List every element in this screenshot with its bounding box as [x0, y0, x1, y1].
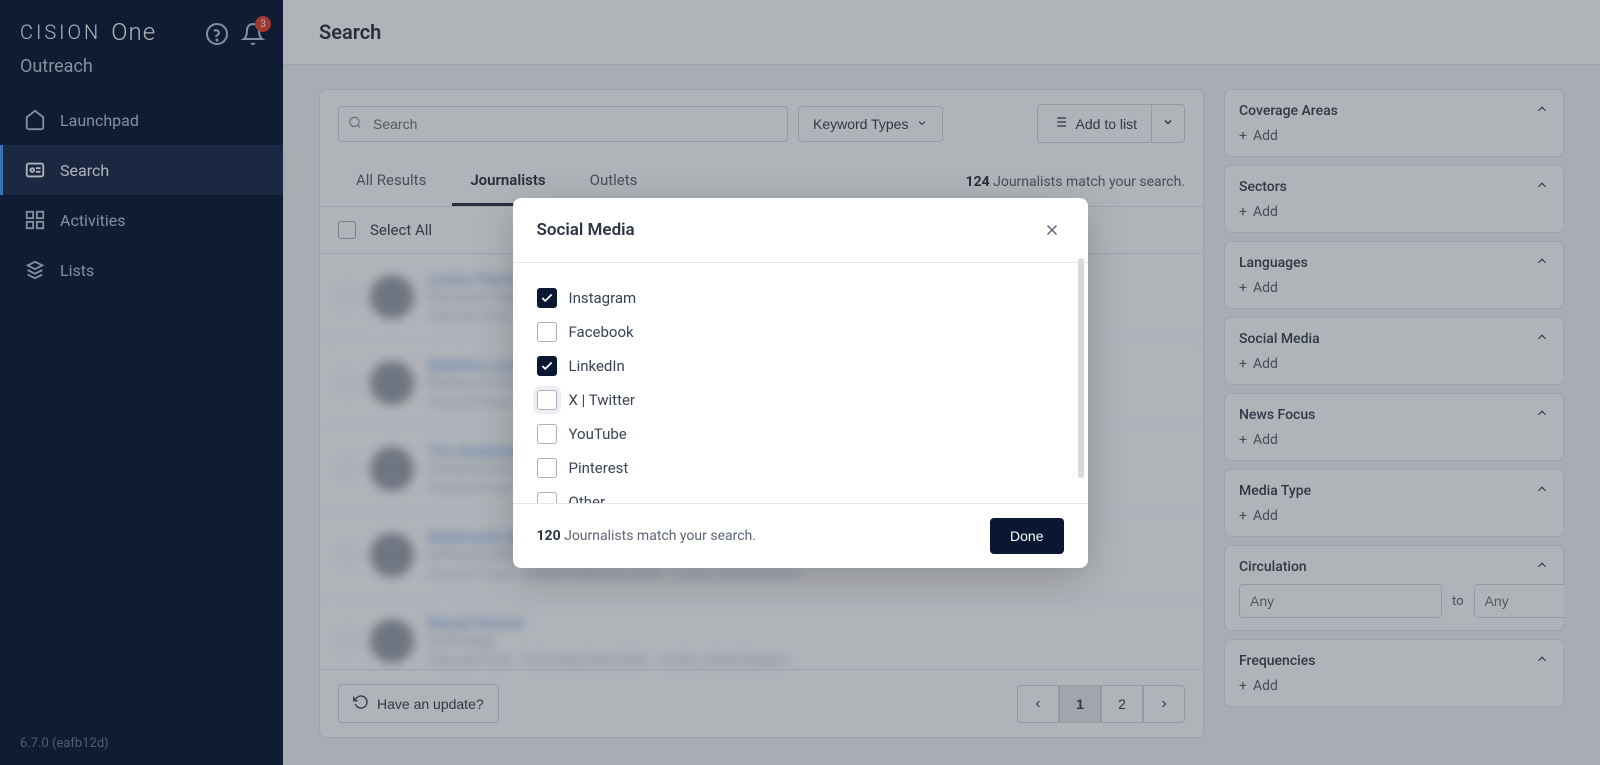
modal-option-facebook[interactable]: Facebook	[537, 315, 1064, 349]
modal-option-linkedin[interactable]: LinkedIn	[537, 349, 1064, 383]
checkbox-unchecked[interactable]	[537, 492, 557, 503]
checkbox-unchecked[interactable]	[537, 458, 557, 478]
modal-option-other[interactable]: Other	[537, 485, 1064, 503]
modal-title: Social Media	[537, 220, 635, 240]
checkbox-unchecked[interactable]	[537, 390, 557, 410]
social-media-modal: Social Media Instagram Facebook LinkedIn…	[513, 198, 1088, 568]
modal-option-pinterest[interactable]: Pinterest	[537, 451, 1064, 485]
modal-option-twitter[interactable]: X | Twitter	[537, 383, 1064, 417]
checkbox-checked[interactable]	[537, 356, 557, 376]
checkbox-checked[interactable]	[537, 288, 557, 308]
modal-count: 120 Journalists match your search.	[537, 528, 756, 544]
modal-option-youtube[interactable]: YouTube	[537, 417, 1064, 451]
close-icon[interactable]	[1040, 218, 1064, 242]
done-button[interactable]: Done	[990, 518, 1063, 554]
modal-option-instagram[interactable]: Instagram	[537, 281, 1064, 315]
checkbox-unchecked[interactable]	[537, 322, 557, 342]
modal-overlay[interactable]: Social Media Instagram Facebook LinkedIn…	[0, 0, 1600, 765]
checkbox-unchecked[interactable]	[537, 424, 557, 444]
modal-body: Instagram Facebook LinkedIn X | Twitter …	[513, 263, 1088, 503]
modal-scrollbar[interactable]	[1078, 258, 1084, 478]
